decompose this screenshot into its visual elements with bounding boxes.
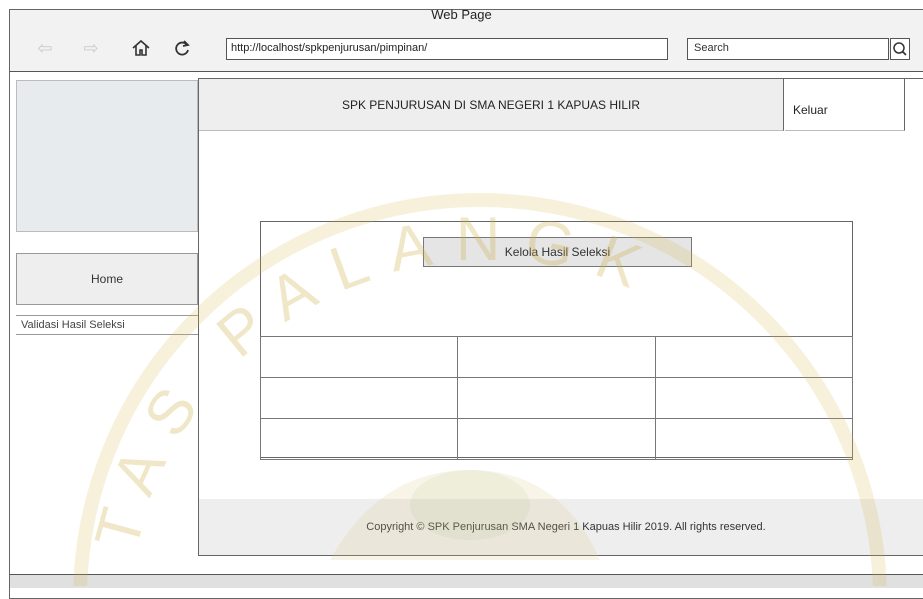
logout-link[interactable]: Keluar — [785, 79, 905, 131]
table-cell — [457, 336, 656, 378]
table-cell — [654, 377, 854, 419]
url-bar[interactable]: http://localhost/spkpenjurusan/pimpinan/ — [226, 38, 668, 60]
results-table — [259, 336, 854, 460]
logo-placeholder — [16, 80, 198, 232]
table-row — [259, 377, 854, 419]
search-input[interactable]: Search — [687, 38, 889, 60]
table-cell — [259, 418, 459, 460]
refresh-icon[interactable] — [171, 38, 193, 58]
footer-copyright: Copyright © SPK Penjurusan SMA Negeri 1 … — [199, 499, 923, 555]
table-cell — [457, 377, 656, 419]
table-cell — [457, 418, 656, 460]
manage-results-button[interactable]: Kelola Hasil Seleksi — [423, 237, 692, 267]
table-cell — [654, 418, 854, 460]
home-icon[interactable] — [130, 38, 152, 58]
sidebar-item-validasi[interactable]: Validasi Hasil Seleksi — [16, 315, 198, 335]
search-icon[interactable] — [890, 38, 910, 60]
table-cell — [259, 377, 459, 419]
home-button[interactable]: Home — [16, 253, 198, 305]
page-title: SPK PENJURUSAN DI SMA NEGERI 1 KAPUAS HI… — [199, 79, 784, 131]
table-cell — [654, 336, 854, 378]
table-row — [259, 418, 854, 460]
table-cell — [259, 336, 459, 378]
table-row — [259, 336, 854, 378]
back-arrow-icon[interactable]: ⇦ — [34, 38, 56, 58]
forward-arrow-icon[interactable]: ⇨ — [80, 38, 102, 58]
window-title: Web Page — [431, 7, 492, 22]
